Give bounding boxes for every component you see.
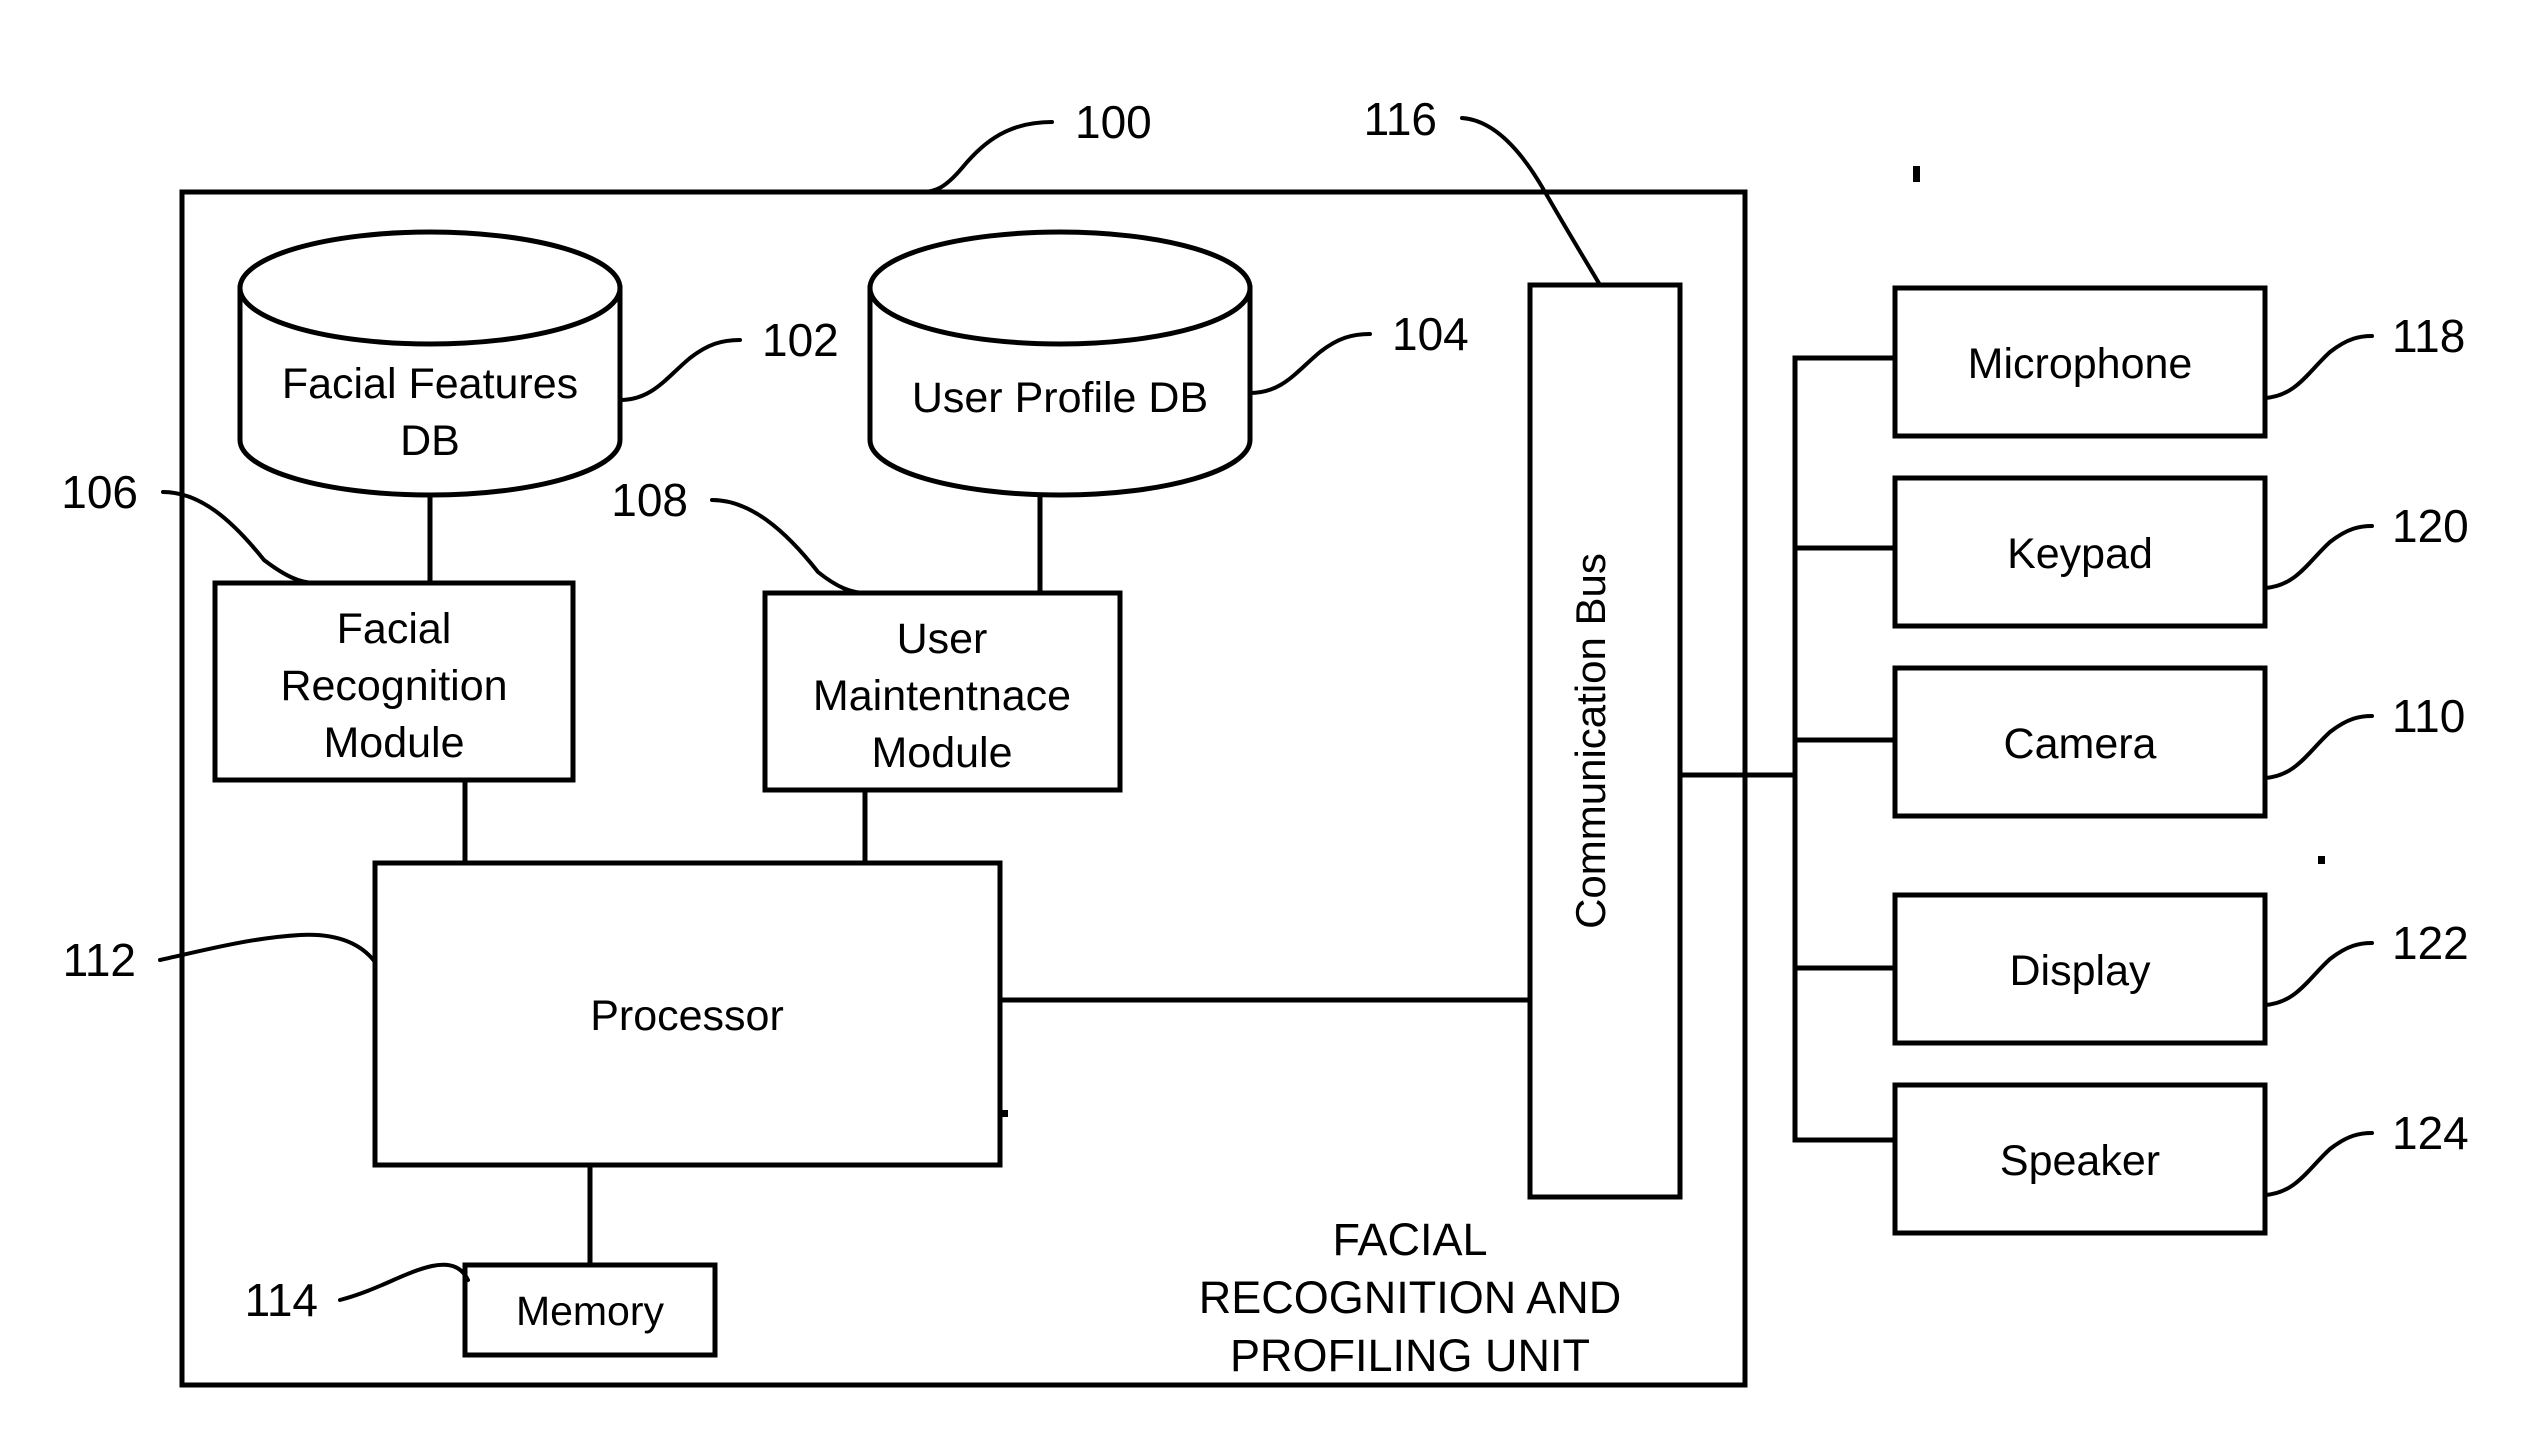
reference-number-104: 104 (1392, 308, 1469, 360)
leader-line-104 (1248, 332, 1372, 395)
scan-speck-middle (2318, 856, 2325, 864)
leader-line-120 (2263, 524, 2374, 590)
leader-line-106 (161, 490, 317, 585)
reference-number-114: 114 (245, 1274, 318, 1326)
unit-caption-line2: RECOGNITION AND (1199, 1272, 1622, 1323)
reference-number-100: 100 (1075, 96, 1152, 148)
leader-line-100 (920, 120, 1054, 194)
leader-line-110 (2263, 714, 2374, 780)
user-maintenance-module-label-line2: Maintentnace (813, 672, 1071, 720)
user-maintenance-module-label-line3: Module (871, 729, 1012, 777)
facial-recognition-module-label-line2: Recognition (280, 662, 507, 710)
leader-line-112 (158, 932, 377, 964)
leader-line-114 (338, 1262, 470, 1302)
block-diagram: Facial Features DB User Profile DB Facia… (61, 93, 2469, 1388)
leader-line-124 (2263, 1131, 2374, 1197)
keypad-label: Keypad (2007, 530, 2153, 578)
leader-line-102 (618, 338, 742, 402)
user-profile-db-shape (867, 229, 1253, 498)
speaker-label: Speaker (2000, 1137, 2160, 1185)
scan-speck-processor (1002, 1110, 1008, 1117)
reference-number-102: 102 (762, 314, 839, 366)
reference-number-122: 122 (2392, 917, 2469, 969)
display-label: Display (2010, 947, 2151, 995)
unit-caption-line3: PROFILING UNIT (1230, 1330, 1590, 1381)
reference-number-108: 108 (611, 474, 688, 526)
leader-line-122 (2263, 941, 2374, 1007)
facial-recognition-module-label-line1: Facial (337, 605, 452, 653)
reference-number-124: 124 (2392, 1107, 2469, 1159)
user-maintenance-module-label-line1: User (897, 615, 988, 663)
facial-recognition-module-label-line3: Module (323, 719, 464, 767)
leader-line-108 (710, 498, 868, 595)
memory-label: Memory (516, 1288, 665, 1334)
facial-features-db-label-line1: Facial Features (282, 360, 578, 408)
unit-caption-line1: FACIAL (1332, 1214, 1487, 1265)
microphone-label: Microphone (1968, 340, 2193, 388)
processor-label: Processor (590, 992, 784, 1040)
camera-label: Camera (2004, 720, 2157, 768)
reference-number-118: 118 (2392, 310, 2465, 362)
reference-number-110: 110 (2392, 690, 2465, 742)
facial-features-db-label-line2: DB (400, 417, 460, 465)
reference-number-120: 120 (2392, 500, 2469, 552)
reference-number-106: 106 (61, 466, 138, 518)
reference-number-116: 116 (1364, 93, 1437, 145)
patent-figure-canvas: Facial Features DB User Profile DB Facia… (0, 0, 2529, 1454)
reference-number-112: 112 (63, 934, 136, 986)
communication-bus-label: Communication Bus (1567, 553, 1614, 929)
user-profile-db-label: User Profile DB (912, 374, 1208, 422)
scan-speck-top (1913, 166, 1920, 182)
leader-line-116 (1460, 116, 1602, 287)
leader-line-118 (2263, 334, 2374, 400)
